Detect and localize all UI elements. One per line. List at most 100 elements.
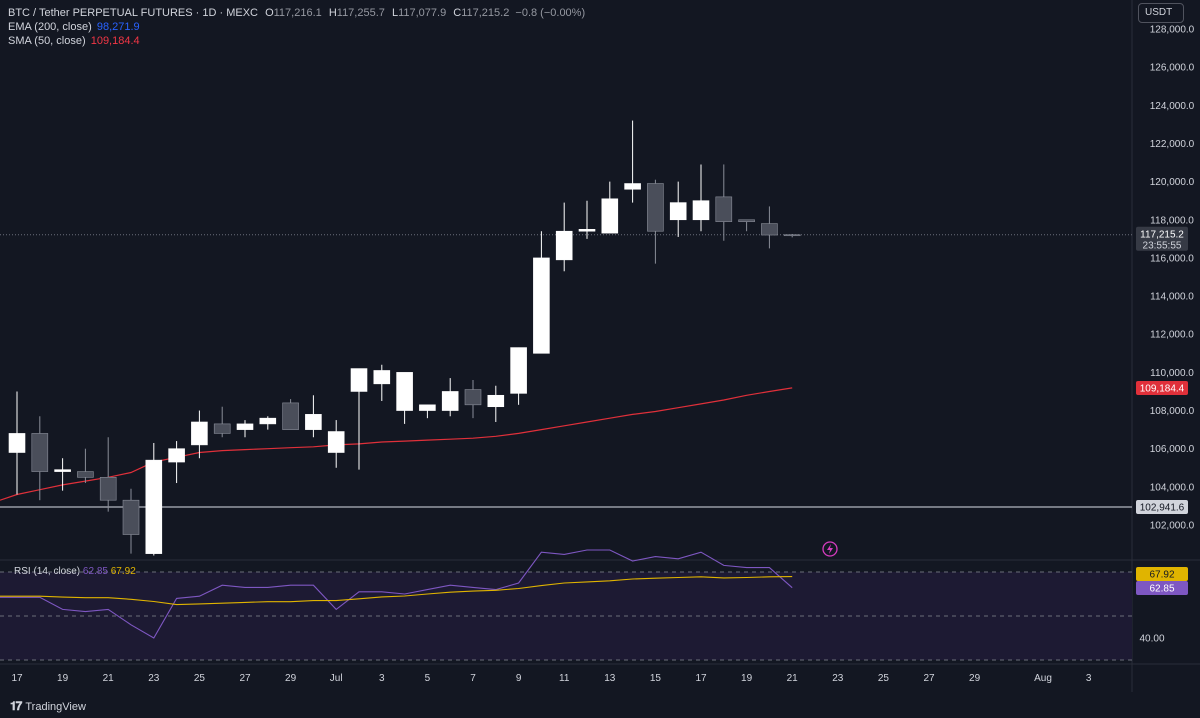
candle-body[interactable] <box>464 389 482 406</box>
price-tick-label: 124,000.0 <box>1150 101 1195 112</box>
candle-body[interactable] <box>624 183 641 190</box>
sma-price-tag: 109,184.4 <box>1140 383 1185 394</box>
ema-value: 98,271.9 <box>96 21 140 33</box>
time-tick-label: 17 <box>695 673 707 684</box>
candle-body[interactable] <box>669 202 687 221</box>
candle-body[interactable] <box>259 417 277 425</box>
candle-body[interactable] <box>647 183 664 232</box>
time-tick-label: 7 <box>470 673 476 684</box>
candle-body[interactable] <box>533 257 550 354</box>
candle-body[interactable] <box>419 404 436 411</box>
ema-legend-row[interactable]: EMA (200, close) 98,271.9 <box>8 20 585 34</box>
price-tick-label: 126,000.0 <box>1150 63 1195 74</box>
rsi-ma-value: 67.92 <box>110 566 136 577</box>
time-tick-label: Aug <box>1034 673 1052 684</box>
rsi-tag: 62.85 <box>1149 584 1174 595</box>
candle-body[interactable] <box>213 423 231 434</box>
time-tick-label: 19 <box>57 673 69 684</box>
candle-body[interactable] <box>305 414 322 430</box>
candle-body[interactable] <box>373 370 391 385</box>
main-legend: BTC / Tether PERPETUAL FUTURES · 1D · ME… <box>8 6 585 48</box>
time-tick-label: 19 <box>741 673 753 684</box>
horizontal-line-tag: 102,941.6 <box>1140 503 1185 514</box>
rsi-label: RSI (14, close) <box>14 566 81 577</box>
countdown-tag: 23:55:55 <box>1143 241 1182 252</box>
time-tick-label: 17 <box>11 673 23 684</box>
ohlc-h-value: 117,255.7 <box>336 7 385 19</box>
rsi-tick-label: 40.00 <box>1139 634 1164 645</box>
candle-body[interactable] <box>191 421 208 446</box>
price-pane[interactable] <box>0 120 1132 556</box>
time-tick-label: 21 <box>103 673 115 684</box>
candle-body[interactable] <box>282 402 299 430</box>
ohlc-o-label: O <box>265 7 274 19</box>
price-tick-label: 122,000.0 <box>1150 139 1195 150</box>
candle-body[interactable] <box>396 372 413 411</box>
time-tick-label: Jul <box>330 673 343 684</box>
candle-body[interactable] <box>99 477 117 501</box>
rsi-value: 62.85 <box>82 566 108 577</box>
time-tick-label: 25 <box>194 673 206 684</box>
candle-body[interactable] <box>783 234 801 237</box>
time-tick-label: 27 <box>923 673 935 684</box>
candle-body[interactable] <box>168 448 185 463</box>
lightning-icon[interactable] <box>822 541 838 557</box>
candle-body[interactable] <box>578 229 596 232</box>
footer: 𝟏𝟕 TradingView <box>0 692 1200 718</box>
price-tick-label: 108,000.0 <box>1150 406 1195 417</box>
tradingview-logo[interactable]: 𝟏𝟕 TradingView <box>10 699 86 714</box>
price-tick-label: 120,000.0 <box>1150 177 1195 188</box>
brand-text: TradingView <box>25 700 86 713</box>
candle-body[interactable] <box>145 459 163 554</box>
price-tick-label: 116,000.0 <box>1150 253 1194 264</box>
candle-body[interactable] <box>236 423 254 430</box>
sma-legend-row[interactable]: SMA (50, close) 109,184.4 <box>8 34 585 48</box>
currency-button[interactable]: USDT <box>1138 3 1184 23</box>
price-tick-label: 114,000.0 <box>1150 292 1194 303</box>
candle-body[interactable] <box>441 391 459 411</box>
candle-body[interactable] <box>510 347 527 394</box>
candle-body[interactable] <box>601 198 619 234</box>
ohlc-o-value: 117,216.1 <box>273 7 322 19</box>
price-tick-label: 110,000.0 <box>1150 368 1194 379</box>
candle-body[interactable] <box>738 219 755 222</box>
candle-body[interactable] <box>122 499 140 535</box>
time-tick-label: 29 <box>969 673 981 684</box>
time-tick-label: 11 <box>559 673 570 684</box>
sma-value: 109,184.4 <box>90 35 140 47</box>
time-tick-label: 21 <box>787 673 799 684</box>
time-tick-label: 3 <box>1086 673 1092 684</box>
price-tick-label: 106,000.0 <box>1150 444 1195 455</box>
ema-label: EMA (200, close) <box>8 21 92 33</box>
price-tick-label: 102,000.0 <box>1150 521 1195 532</box>
rsi-legend[interactable]: RSI (14, close) 62.85 67.92 <box>14 566 136 577</box>
symbol-title[interactable]: BTC / Tether PERPETUAL FUTURES · 1D · ME… <box>8 7 258 19</box>
chart-canvas[interactable]: 102,000.0 104,000.0 106,000.0 108,000.0 110,… <box>0 0 1200 718</box>
time-tick-label: 9 <box>516 673 522 684</box>
candle-body[interactable] <box>692 200 710 221</box>
symbol-legend-row: BTC / Tether PERPETUAL FUTURES · 1D · ME… <box>8 6 585 20</box>
candle-body[interactable] <box>31 433 49 472</box>
candle-body[interactable] <box>327 431 345 453</box>
candle-body[interactable] <box>555 230 573 261</box>
time-tick-label: 5 <box>425 673 431 684</box>
candle-body[interactable] <box>715 196 733 222</box>
rsi-pane[interactable] <box>0 549 1132 661</box>
candle-body[interactable] <box>350 368 368 392</box>
sma-label: SMA (50, close) <box>8 35 86 47</box>
time-tick-label: 25 <box>878 673 890 684</box>
candle-body[interactable] <box>77 471 94 478</box>
price-tick-label: 128,000.0 <box>1150 25 1195 36</box>
ohlc-c-value: 117,215.2 <box>461 7 510 19</box>
ohlc-l-value: 117,077.9 <box>398 7 447 19</box>
time-tick-label: 27 <box>239 673 251 684</box>
price-tick-label: 112,000.0 <box>1150 330 1194 341</box>
candle-body[interactable] <box>761 223 778 236</box>
chart-root: 102,000.0 104,000.0 106,000.0 108,000.0 110,… <box>0 0 1200 718</box>
time-tick-label: 23 <box>832 673 844 684</box>
candle-body[interactable] <box>54 469 71 472</box>
candle-body[interactable] <box>8 433 26 453</box>
rsi-ma-tag: 67.92 <box>1149 570 1174 581</box>
candle-body[interactable] <box>487 394 505 408</box>
sma-line[interactable] <box>0 387 793 501</box>
